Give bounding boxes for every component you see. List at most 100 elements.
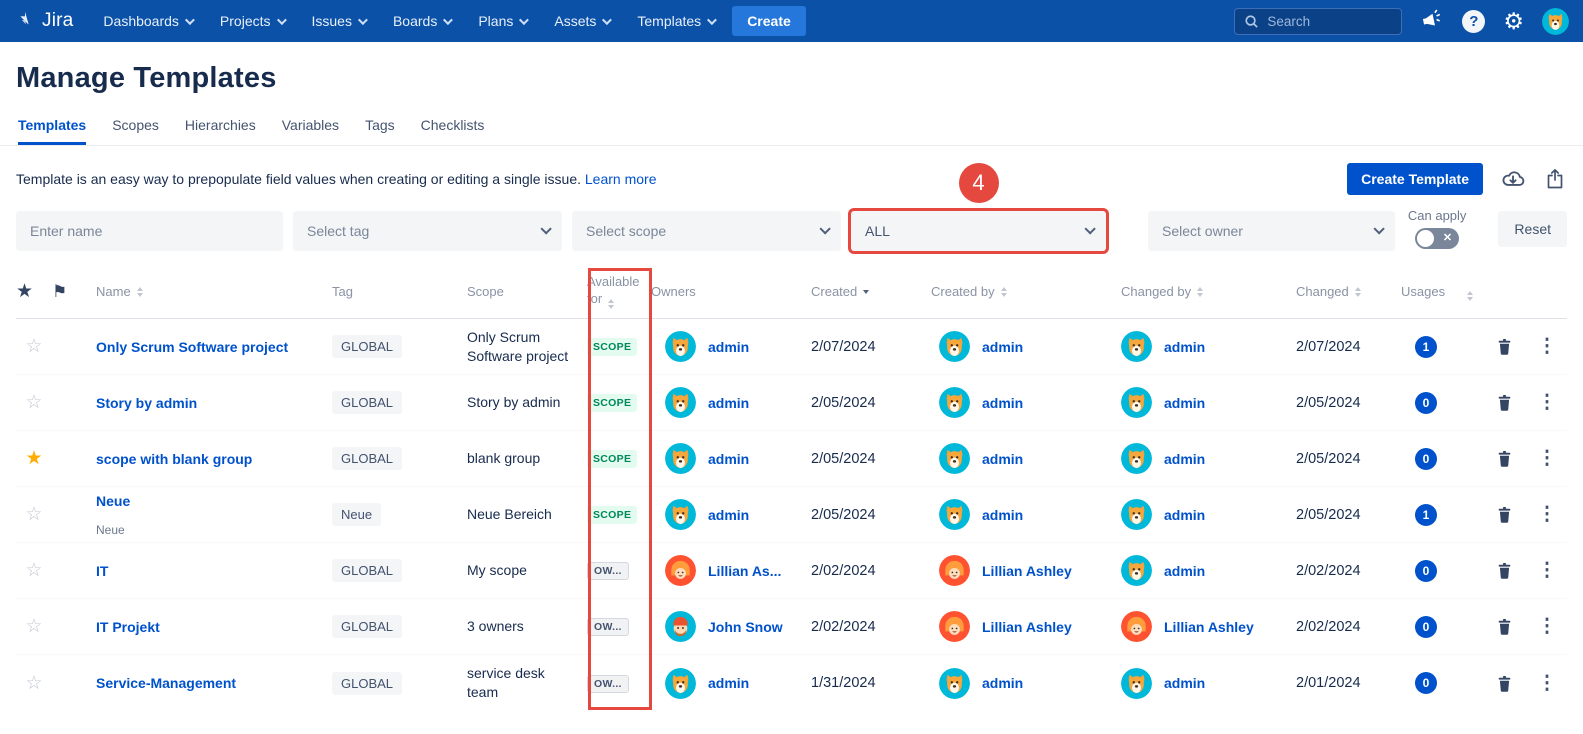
created-by-link[interactable]: admin [982,395,1023,411]
created-by-link[interactable]: admin [982,675,1023,691]
nav-item-projects[interactable]: Projects [220,13,287,29]
sort-icon[interactable] [607,298,614,309]
avatar [939,331,970,362]
nav-item-assets[interactable]: Assets [554,13,613,29]
column-header-created[interactable]: Created [811,284,931,299]
tag-cell: Neue [332,503,467,526]
nav-item-boards[interactable]: Boards [393,13,454,29]
star-toggle[interactable]: ☆ [16,503,52,526]
sort-desc-icon[interactable] [863,289,870,294]
user-avatar[interactable] [1542,7,1569,35]
delete-button[interactable] [1481,505,1527,524]
row-menu-button[interactable]: ⋮ [1527,615,1567,638]
delete-button[interactable] [1481,617,1527,636]
star-toggle[interactable]: ★ [16,447,52,470]
filter-scope-select[interactable]: Select scope [572,211,841,251]
filter-owner-select[interactable]: Select owner [1148,211,1395,251]
create-template-button[interactable]: Create Template [1347,163,1483,195]
nav-item-issues[interactable]: Issues [312,13,368,29]
nav-item-templates[interactable]: Templates [637,13,718,29]
template-name-link[interactable]: scope with blank group [96,451,252,467]
delete-button[interactable] [1481,449,1527,468]
delete-button[interactable] [1481,337,1527,356]
created-by-link[interactable]: Lillian Ashley [982,619,1072,635]
sort-icon[interactable] [1000,286,1007,297]
changed-by-link[interactable]: Lillian Ashley [1164,619,1254,635]
created-by-link[interactable]: Lillian Ashley [982,563,1072,579]
filter-available-for-select[interactable]: 4 ALL [851,163,1106,251]
filter-name-input[interactable] [16,211,283,251]
search-input[interactable] [1267,13,1388,29]
search-box[interactable] [1234,7,1403,35]
changed-by-link[interactable]: admin [1164,563,1205,579]
created-by-link[interactable]: admin [982,339,1023,355]
star-toggle[interactable]: ☆ [16,672,52,695]
nav-item-dashboards[interactable]: Dashboards [103,13,195,29]
created-by-link[interactable]: admin [982,507,1023,523]
tab-checklists[interactable]: Checklists [421,117,485,145]
column-header-available_for[interactable]: Available for [587,274,651,309]
owner-link[interactable]: admin [708,339,749,355]
owner-link[interactable]: admin [708,451,749,467]
star-toggle[interactable]: ☆ [16,335,52,358]
sort-icon[interactable] [1467,290,1474,301]
owners-cell: admin [651,387,811,418]
tab-hierarchies[interactable]: Hierarchies [185,117,256,145]
filter-tag-select[interactable]: Select tag [293,211,562,251]
nav-item-plans[interactable]: Plans [478,13,530,29]
delete-button[interactable] [1481,561,1527,580]
owner-link[interactable]: John Snow [708,619,783,635]
template-name-link[interactable]: IT [96,563,108,579]
star-toggle[interactable]: ☆ [16,559,52,582]
star-toggle[interactable]: ☆ [16,615,52,638]
created-by-link[interactable]: admin [982,451,1023,467]
tab-scopes[interactable]: Scopes [112,117,159,145]
row-menu-button[interactable]: ⋮ [1527,391,1567,414]
owner-link[interactable]: admin [708,395,749,411]
template-name-link[interactable]: Story by admin [96,395,197,411]
row-menu-button[interactable]: ⋮ [1527,503,1567,526]
help-icon[interactable]: ? [1462,9,1486,33]
template-name-link[interactable]: IT Projekt [96,619,160,635]
sort-icon[interactable] [136,286,143,297]
template-name-link[interactable]: Only Scrum Software project [96,339,288,355]
owner-link[interactable]: admin [708,507,749,523]
announcement-icon[interactable] [1420,9,1444,33]
tab-templates[interactable]: Templates [18,117,87,145]
template-name-link[interactable]: Neue [96,493,130,509]
row-menu-button[interactable]: ⋮ [1527,335,1567,358]
delete-button[interactable] [1481,393,1527,412]
changed-by-link[interactable]: admin [1164,339,1205,355]
tab-variables[interactable]: Variables [282,117,339,145]
reset-button[interactable]: Reset [1498,211,1567,247]
row-menu-button[interactable]: ⋮ [1527,672,1567,695]
column-header-changed_by[interactable]: Changed by [1121,284,1296,299]
delete-button[interactable] [1481,674,1527,693]
row-menu-button[interactable]: ⋮ [1527,447,1567,470]
settings-gear-icon[interactable]: ⚙ [1503,9,1524,33]
column-header-changed[interactable]: Changed [1296,284,1401,299]
tab-tags[interactable]: Tags [365,117,395,145]
owner-link[interactable]: admin [708,675,749,691]
learn-more-link[interactable]: Learn more [585,171,657,187]
create-button[interactable]: Create [732,6,806,36]
row-menu-button[interactable]: ⋮ [1527,559,1567,582]
changed-by-link[interactable]: admin [1164,675,1205,691]
sort-icon[interactable] [1197,286,1204,297]
jira-logo[interactable]: Jira [14,10,73,32]
export-icon[interactable] [1543,167,1567,191]
template-name-link[interactable]: Service-Management [96,675,236,691]
can-apply-toggle[interactable]: ✕ [1415,228,1460,249]
column-header-tag: Tag [332,284,353,299]
sort-icon[interactable] [1354,286,1361,297]
changed-by-link[interactable]: admin [1164,507,1205,523]
changed-by-link[interactable]: admin [1164,451,1205,467]
star-toggle[interactable]: ☆ [16,391,52,414]
column-header-usages[interactable]: Usages [1401,283,1481,301]
owner-link[interactable]: Lillian As... [708,563,781,579]
column-header-name[interactable]: Name [96,284,332,299]
scope-cell: 3 owners [467,618,524,635]
column-header-created_by[interactable]: Created by [931,284,1121,299]
import-cloud-icon[interactable] [1500,166,1526,192]
changed-by-link[interactable]: admin [1164,395,1205,411]
